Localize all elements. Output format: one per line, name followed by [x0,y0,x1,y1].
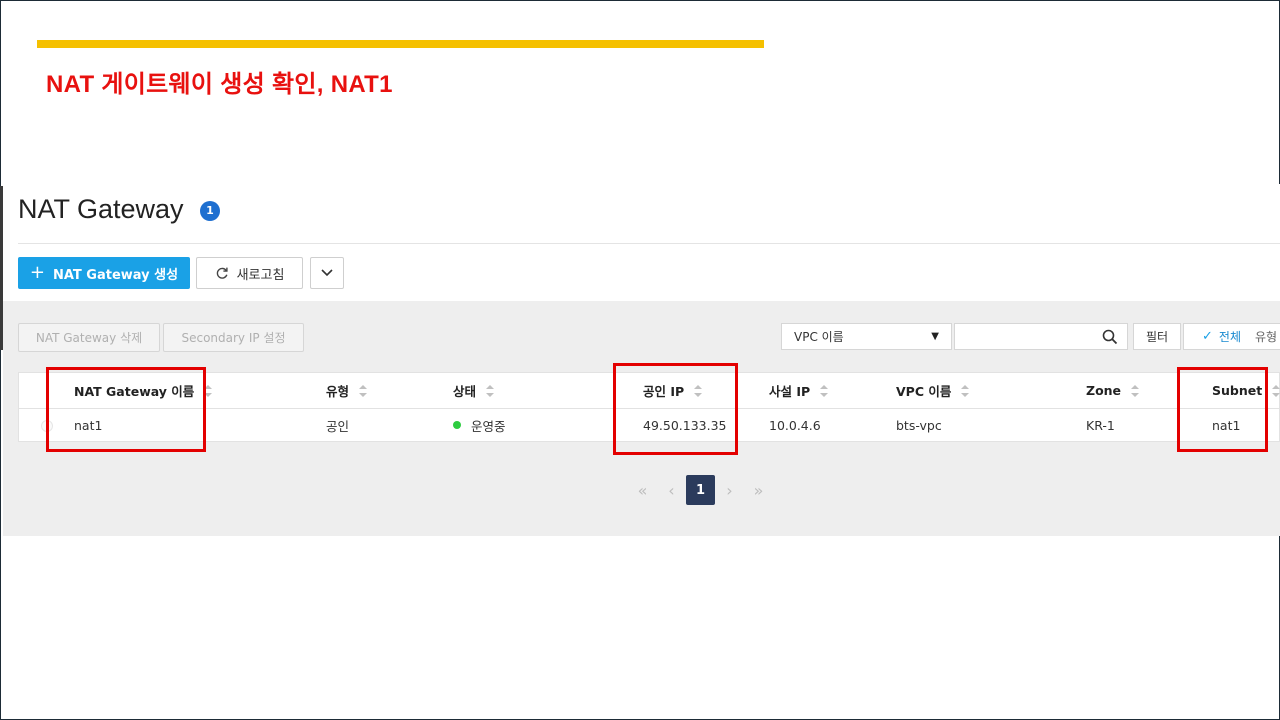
count-badge: 1 [200,201,220,221]
table-row[interactable]: nat1 공인 운영중 49.50.133.35 10.0.4.6 bts-vp… [19,408,1279,442]
sort-icon[interactable] [820,384,829,397]
create-nat-gateway-label: NAT Gateway 생성 [52,267,179,283]
create-nat-gateway-button[interactable]: + NAT Gateway 생성 [18,257,190,289]
search-box[interactable] [954,323,1128,350]
previous-page-icon[interactable]: ‹ [657,475,686,505]
caret-down-icon: ▼ [931,331,939,342]
cell-name: nat1 [74,417,103,433]
next-page-icon[interactable]: › [715,475,744,505]
last-page-icon[interactable]: » [744,475,773,505]
column-header-label: 상태 [453,384,477,399]
filter-chip-type[interactable]: 유형 [1255,328,1277,345]
row-select-radio[interactable] [41,420,53,432]
column-header-label: 공인 IP [643,384,685,399]
check-icon: ✓ [1202,329,1213,344]
chevron-down-icon [321,269,333,277]
nat-gateway-console: NAT Gateway 1 + NAT Gateway 생성 새로고침 NAT … [3,184,1280,536]
column-header-label: 사설 IP [769,384,811,399]
status-running-dot-icon [453,421,461,429]
column-header-vpc[interactable]: VPC 이름 [896,373,970,408]
column-header-label: 유형 [326,384,350,399]
column-header-zone[interactable]: Zone [1086,373,1140,408]
refresh-icon [216,267,228,279]
delete-nat-gateway-button[interactable]: NAT Gateway 삭제 [18,323,160,352]
search-field-value: VPC 이름 [794,330,844,344]
sort-icon[interactable] [359,384,368,397]
filter-chips: ✓ 전체 유형 [1183,323,1280,350]
column-header-type[interactable]: 유형 [326,373,368,408]
column-header-label: Zone [1086,383,1122,398]
column-header-subnet[interactable]: Subnet [1212,373,1280,408]
cell-subnet: nat1 [1212,417,1241,433]
sort-icon[interactable] [694,384,703,397]
cell-vpc: bts-vpc [896,417,942,433]
table-header: NAT Gateway 이름 유형 상태 공인 IP 사설 IP VPC 이름 … [19,373,1280,409]
more-actions-button[interactable] [310,257,344,289]
accent-bar [37,40,764,48]
search-field-select[interactable]: VPC 이름 ▼ [781,323,952,350]
status-label: 운영중 [471,418,506,434]
sort-icon[interactable] [204,384,213,397]
column-header-label: Subnet [1212,383,1263,398]
nat-gateway-table: NAT Gateway 이름 유형 상태 공인 IP 사설 IP VPC 이름 … [18,372,1280,442]
column-header-name[interactable]: NAT Gateway 이름 [74,373,213,408]
title-divider [18,243,1280,244]
column-header-public-ip[interactable]: 공인 IP [643,373,703,408]
sort-icon[interactable] [961,384,970,397]
sort-icon[interactable] [1272,384,1280,397]
sort-icon[interactable] [1131,384,1140,397]
filter-button[interactable]: 필터 [1133,323,1181,350]
plus-icon: + [29,262,45,283]
filter-chip-all[interactable]: 전체 [1219,328,1241,345]
refresh-button[interactable]: 새로고침 [196,257,303,289]
page-title: NAT Gateway [18,194,184,224]
column-header-label: NAT Gateway 이름 [74,384,195,399]
sort-icon[interactable] [486,384,495,397]
search-icon[interactable] [1101,328,1119,346]
cell-zone: KR-1 [1086,417,1115,433]
cell-public-ip: 49.50.133.35 [643,417,727,433]
cell-status: 운영중 [453,408,506,442]
page-button-current[interactable]: 1 [686,475,715,505]
cell-private-ip: 10.0.4.6 [769,417,821,433]
pagination: « ‹ 1 › » [628,475,773,505]
slide-title: NAT 게이트웨이 생성 확인, NAT1 [46,71,393,98]
secondary-ip-settings-button[interactable]: Secondary IP 설정 [163,323,304,352]
search-input[interactable] [961,324,1105,350]
cell-type: 공인 [326,418,350,434]
first-page-icon[interactable]: « [628,475,657,505]
column-header-private-ip[interactable]: 사설 IP [769,373,829,408]
column-header-label: VPC 이름 [896,384,952,399]
refresh-label: 새로고침 [236,267,285,283]
column-header-status[interactable]: 상태 [453,373,495,408]
